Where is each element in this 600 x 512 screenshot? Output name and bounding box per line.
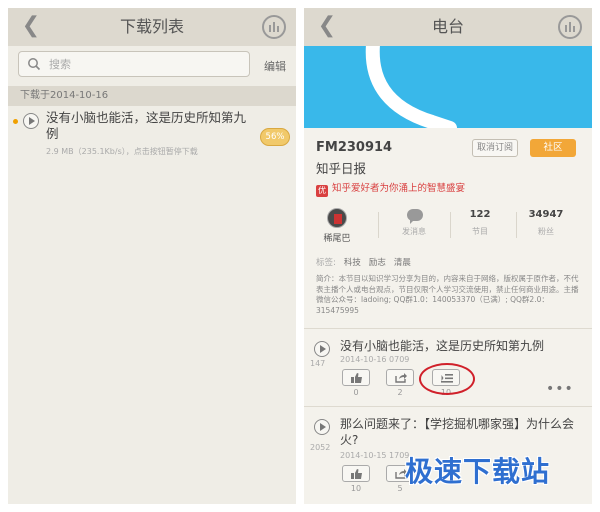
- like-button[interactable]: [342, 369, 370, 386]
- search-box[interactable]: [18, 51, 250, 77]
- like-count: 10: [350, 484, 362, 493]
- slogan-text: 知乎爱好者为你涌上的智慧盛宴: [332, 183, 466, 194]
- back-chevron-icon[interactable]: ❮: [314, 12, 340, 40]
- share-icon: [395, 373, 407, 383]
- progress-badge[interactable]: 56%: [260, 128, 290, 146]
- channel-id: FM230914: [316, 140, 393, 155]
- play-icon[interactable]: [314, 419, 330, 435]
- episodes-count: 122: [469, 209, 491, 220]
- premium-badge: 优: [316, 185, 328, 197]
- like-button[interactable]: [342, 465, 370, 482]
- highlight-circle: [419, 363, 475, 395]
- unsubscribe-button[interactable]: 取消订阅: [472, 139, 518, 157]
- back-chevron-icon[interactable]: ❮: [18, 12, 44, 40]
- episode-date: 2014-10-16 0709: [340, 355, 410, 364]
- play-count: 2052: [310, 443, 331, 452]
- play-icon[interactable]: [314, 341, 330, 357]
- episode-item[interactable]: 没有小脑也能活，这是历史所知第九例 147 2014-10-16 0709 0 …: [304, 328, 592, 406]
- edit-button[interactable]: 编辑: [264, 58, 286, 74]
- top-bar: ❮ 电台: [304, 8, 592, 46]
- stats-row: 稀尾巴 发消息 122 节目 34947 粉丝: [304, 204, 592, 248]
- equalizer-icon[interactable]: [262, 15, 286, 39]
- share-button[interactable]: [386, 369, 414, 386]
- page-title: 电台: [431, 17, 464, 36]
- radio-screen: ❮ 电台 FM230914 知乎日报 优知乎爱好者为你涌上的智慧盛宴 取消订阅 …: [304, 8, 592, 504]
- search-input[interactable]: [49, 55, 239, 73]
- list-item[interactable]: 没有小脑也能活，这是历史所知第九例 2.9 MB（235.1Kb/s），点击按钮…: [8, 106, 296, 158]
- cover-image: [304, 46, 592, 128]
- more-icon[interactable]: •••: [546, 381, 574, 397]
- item-meta: 2.9 MB（235.1Kb/s），点击按钮暂停下载: [46, 147, 198, 156]
- channel-description: 简介：本节目以知识学习分享为目的，内容来自于网络，版权属于原作者，不代表主播个人…: [316, 274, 579, 315]
- thumbs-up-icon: [351, 373, 362, 383]
- messages-label: 发消息: [402, 227, 426, 236]
- tags-row: 标签: 科技 励志 清晨: [316, 256, 419, 268]
- episodes-stat[interactable]: 122 节目: [450, 204, 510, 248]
- channel-profile: FM230914 知乎日报 优知乎爱好者为你涌上的智慧盛宴 取消订阅 社区 稀尾…: [304, 128, 592, 328]
- tags-label: 标签:: [316, 258, 336, 268]
- tag[interactable]: 科技: [344, 258, 361, 268]
- share-count: 2: [397, 388, 403, 397]
- channel-slogan: 优知乎爱好者为你涌上的智慧盛宴: [316, 180, 465, 197]
- chat-bubble-icon: [407, 209, 423, 224]
- episode-title: 那么问题来了：【学挖掘机哪家强】为什么会火?: [340, 417, 575, 447]
- fans-count: 34947: [528, 209, 564, 220]
- like-count: 0: [353, 388, 359, 397]
- unread-dot: [13, 119, 18, 124]
- search-row: 编辑: [8, 46, 296, 86]
- community-button[interactable]: 社区: [530, 139, 576, 157]
- message-stat[interactable]: 发消息: [384, 204, 444, 248]
- episode-title: 没有小脑也能活，这是历史所知第九例: [340, 339, 545, 353]
- episodes-label: 节目: [472, 227, 488, 236]
- equalizer-icon[interactable]: [558, 15, 582, 39]
- page-title: 下载列表: [119, 17, 184, 36]
- fans-label: 粉丝: [538, 227, 554, 236]
- host-stat[interactable]: 稀尾巴: [306, 204, 366, 248]
- play-icon[interactable]: [23, 113, 39, 129]
- tag[interactable]: 清晨: [394, 258, 411, 268]
- channel-name: 知乎日报: [316, 161, 367, 176]
- top-bar: ❮ 下载列表: [8, 8, 296, 46]
- tag[interactable]: 励志: [369, 258, 386, 268]
- section-header: 下载于2014-10-16: [8, 86, 296, 106]
- divider: [378, 212, 379, 238]
- search-icon: [28, 58, 41, 71]
- fans-stat[interactable]: 34947 粉丝: [516, 204, 576, 248]
- host-name: 稀尾巴: [323, 234, 351, 244]
- site-watermark: 极速下载站: [405, 455, 551, 488]
- thumbs-up-icon: [351, 469, 362, 479]
- play-count: 147: [310, 359, 326, 368]
- download-list-screen: ❮ 下载列表 编辑 下载于2014-10-16 没有小脑也能活，这是历史所知第九…: [8, 8, 296, 504]
- item-title: 没有小脑也能活，这是历史所知第九例: [46, 110, 247, 141]
- episode-date: 2014-10-15 1709: [340, 451, 410, 460]
- avatar: [327, 208, 347, 228]
